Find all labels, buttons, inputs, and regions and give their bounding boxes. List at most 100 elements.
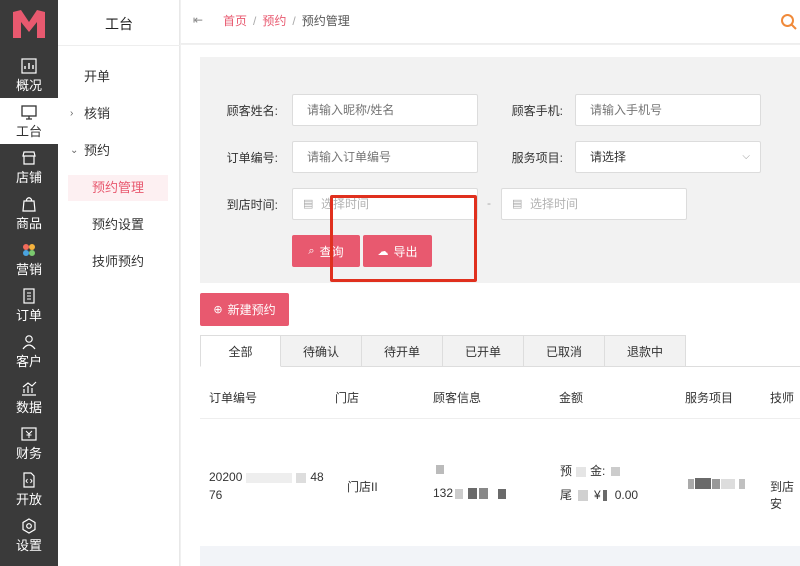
new-booking-button[interactable]: ⊕ 新建预约 (200, 293, 289, 326)
store-cell: 门店II (347, 480, 378, 494)
column-header-store: 门店 (335, 391, 360, 405)
search-icon[interactable] (780, 13, 798, 31)
rail-item-label: 概况 (15, 78, 42, 93)
technician-cell: 到店安 (770, 480, 795, 511)
amount-prepaid-cell: 预 金: (560, 462, 621, 479)
rail-item-marketing[interactable]: 营销 (0, 236, 58, 282)
code-icon (20, 471, 38, 489)
breadcrumb-home[interactable]: 首页 (223, 14, 247, 28)
sub-menu-divider (58, 45, 180, 46)
breadcrumb-current: 预约管理 (301, 14, 350, 28)
sub-menu-item-booking[interactable]: ⌄ 预约 (58, 136, 180, 166)
sub-menu-technician-booking[interactable]: 技师预约 (68, 249, 168, 275)
sub-menu-item-label: 核销 (84, 106, 111, 121)
rail-item-finance[interactable]: 财务 (0, 420, 58, 466)
tab-billed[interactable]: 已开单 (443, 335, 524, 367)
service-item-cell (688, 476, 745, 490)
rail-item-label: 店铺 (15, 170, 42, 185)
rail-item-goods[interactable]: 商品 (0, 190, 58, 236)
order-number-label: 订单编号: (226, 151, 278, 165)
new-booking-label: 新建预约 (227, 303, 276, 317)
user-icon (20, 333, 38, 351)
redacted-block (611, 467, 621, 477)
rail-item-label: 订单 (15, 308, 42, 323)
order-number-cell: 20200 48 76 (209, 468, 324, 504)
redacted-block (479, 488, 489, 500)
main-panel: 顾客姓名: 顾客手机: 订单编号: 服务项目: 请选择 ⌵ 到店时间: ▤ 选择… (181, 45, 800, 566)
customer-phone-input[interactable] (575, 94, 761, 126)
redacted-block (246, 472, 293, 483)
table-row-next (200, 546, 800, 566)
breadcrumb-separator: / (253, 14, 257, 28)
redacted-block (688, 478, 694, 489)
order-number-line2: 76 (209, 488, 223, 502)
sub-menu-item-billing[interactable]: 开单 (58, 62, 180, 92)
redacted-block (602, 490, 607, 502)
redacted-block (712, 478, 720, 489)
service-item-label: 服务项目: (511, 151, 563, 165)
chevron-down-icon: ⌵ (742, 151, 750, 162)
flower-icon (20, 241, 38, 259)
collapse-menu-icon[interactable]: ⇤ (193, 13, 203, 27)
customer-name-label: 顾客姓名: (226, 104, 278, 118)
column-header-order-no: 订单编号 (209, 391, 258, 405)
redacted-block (296, 472, 307, 483)
redacted-block (455, 488, 464, 499)
rail-item-label: 商品 (15, 216, 42, 231)
rail-item-label: 设置 (15, 538, 42, 553)
rail-item-label: 财务 (15, 446, 42, 461)
monitor-icon (20, 103, 38, 121)
tab-all[interactable]: 全部 (200, 335, 281, 367)
sub-menu-booking-settings[interactable]: 预约设置 (68, 212, 168, 238)
amount-tail-value: 0.00 (614, 488, 639, 502)
breadcrumb-section[interactable]: 预约 (262, 14, 286, 28)
rail-item-orders[interactable]: 订单 (0, 282, 58, 328)
redacted-block (436, 465, 444, 475)
tab-pending-billing[interactable]: 待开单 (362, 335, 443, 367)
store-icon (20, 149, 38, 167)
table-row[interactable]: 20200 48 76 门店II 132 预 金: 尾 ¥0.00 到店安 (200, 420, 800, 546)
column-header-technician: 技师 (770, 391, 795, 405)
rail-item-store[interactable]: 店铺 (0, 144, 58, 190)
annotation-highlight-box (330, 195, 477, 282)
rail-item-label: 工台 (15, 124, 42, 139)
customer-info-cell (436, 462, 444, 476)
redacted-block (468, 488, 478, 500)
finance-icon (20, 425, 38, 443)
rail-item-open[interactable]: 开放 (0, 466, 58, 512)
rail-item-workbench[interactable]: 工台 (0, 98, 58, 144)
column-header-service: 服务项目 (685, 391, 734, 405)
customer-name-input[interactable] (292, 94, 478, 126)
redacted-block (721, 478, 735, 489)
rail-item-customers[interactable]: 客户 (0, 328, 58, 374)
breadcrumb: 首页 / 预约 / 预约管理 (223, 12, 350, 29)
rail-item-overview[interactable]: 概况 (0, 52, 58, 98)
sub-menu-booking-management[interactable]: 预约管理 (68, 175, 168, 201)
rail-item-settings[interactable]: 设置 (0, 512, 58, 558)
gear-icon (20, 517, 38, 535)
sub-menu: 工台 开单 › 核销 ⌄ 预约 预约管理 预约设置 技师预约 (58, 0, 180, 566)
tab-refunding[interactable]: 退款中 (605, 335, 686, 367)
customer-phone-label: 顾客手机: (511, 104, 563, 118)
tab-pending-confirm[interactable]: 待确认 (281, 335, 362, 367)
service-item-select[interactable]: 请选择 ⌵ (575, 141, 761, 173)
visit-time-label: 到店时间: (226, 198, 278, 212)
chevron-right-icon: › (70, 108, 74, 119)
amount-prepaid-mid: 金: (590, 464, 606, 478)
order-number-input[interactable] (292, 141, 478, 173)
tab-cancelled[interactable]: 已取消 (524, 335, 605, 367)
calendar-icon: ▤ (303, 198, 314, 210)
column-header-customer: 顾客信息 (433, 391, 482, 405)
sub-menu-item-verify[interactable]: › 核销 (58, 99, 180, 129)
bag-icon (20, 195, 38, 213)
filter-form: 顾客姓名: 顾客手机: 订单编号: 服务项目: 请选择 ⌵ 到店时间: ▤ 选择… (200, 57, 800, 283)
amount-prepaid-label: 预 (560, 464, 573, 478)
redacted-block (498, 488, 507, 499)
rail-item-label: 开放 (15, 492, 42, 507)
order-icon (20, 287, 38, 305)
customer-phone-prefix: 132 (433, 486, 454, 500)
visit-time-end-picker[interactable]: ▤ 选择时间 (501, 188, 687, 220)
redacted-block (739, 478, 745, 489)
redacted-block (695, 478, 711, 490)
rail-item-data[interactable]: 数据 (0, 374, 58, 420)
